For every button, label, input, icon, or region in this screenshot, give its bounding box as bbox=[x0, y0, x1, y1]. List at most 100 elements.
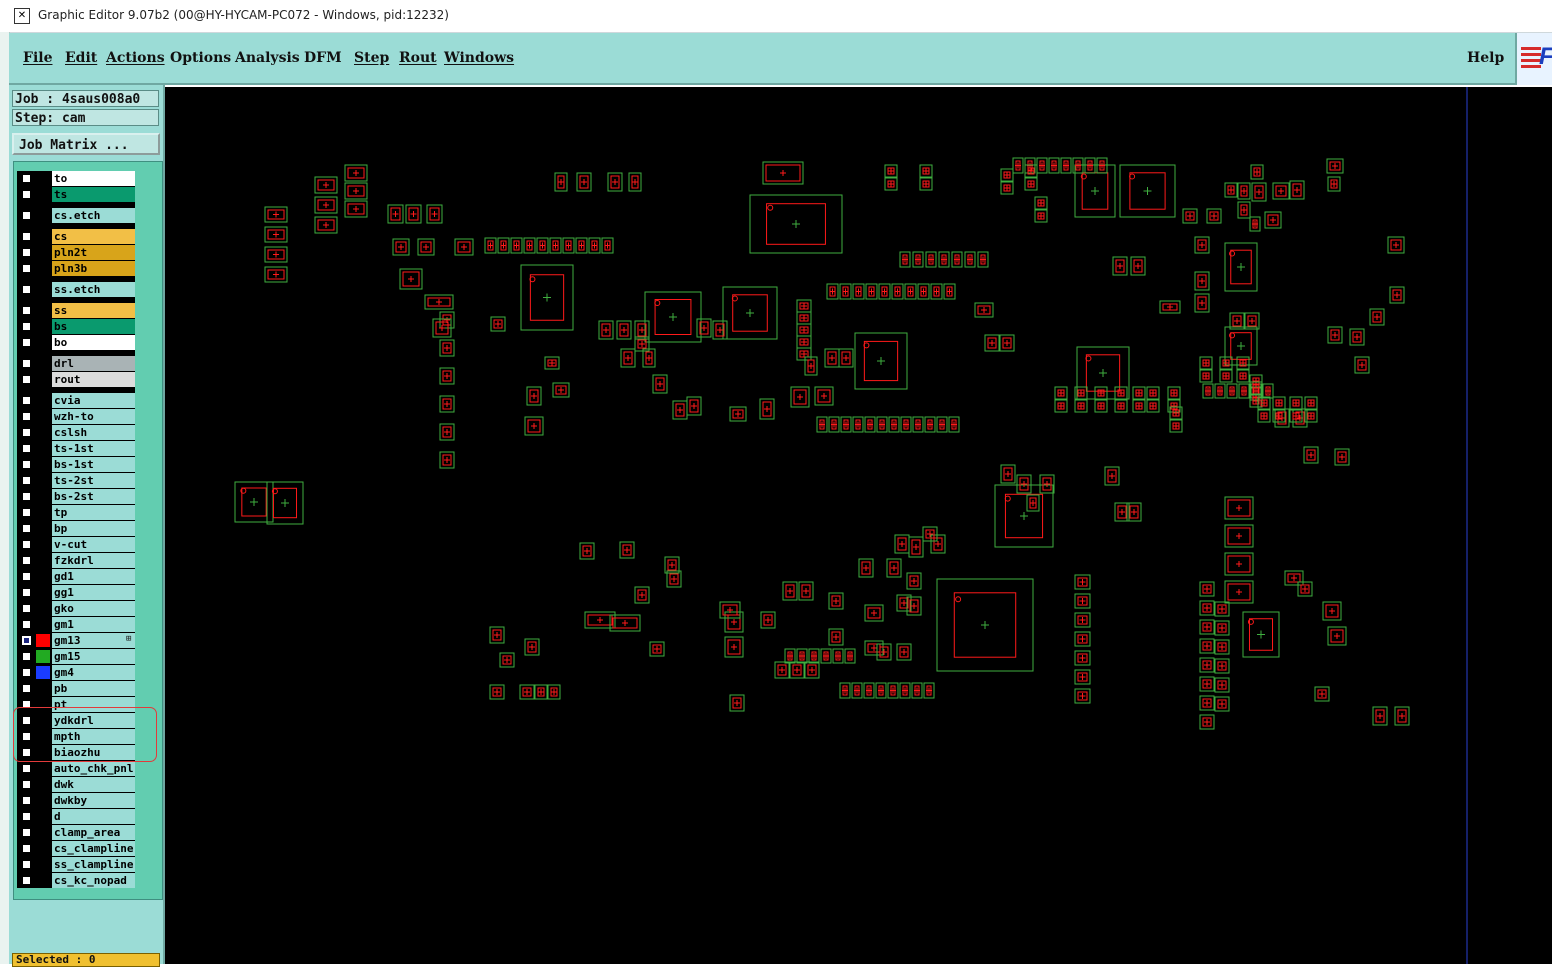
layer-checkbox[interactable] bbox=[22, 460, 31, 469]
layer-name[interactable]: gm1 bbox=[52, 617, 135, 632]
layer-name[interactable]: fzkdrl bbox=[52, 553, 135, 568]
layer-checkbox[interactable] bbox=[22, 588, 31, 597]
layer-name[interactable]: bo bbox=[52, 335, 135, 350]
layer-name[interactable]: cs bbox=[52, 229, 135, 244]
layer-row-bs-1st[interactable]: bs-1st bbox=[17, 457, 135, 472]
layer-row-gg1[interactable]: gg1 bbox=[17, 585, 135, 600]
layer-name[interactable]: cs_kc_nopad bbox=[52, 873, 135, 888]
board-view[interactable] bbox=[165, 87, 1552, 964]
layer-checkbox[interactable] bbox=[22, 375, 31, 384]
layer-name[interactable]: dwkby bbox=[52, 793, 135, 808]
layer-display-color[interactable] bbox=[36, 634, 50, 647]
layer-row-bs[interactable]: bs bbox=[17, 319, 135, 334]
layer-name[interactable]: bs-1st bbox=[52, 457, 135, 472]
layer-row-gm15[interactable]: gm15 bbox=[17, 649, 135, 664]
layer-checkbox[interactable] bbox=[22, 668, 31, 677]
job-matrix-button[interactable]: Job Matrix ... bbox=[12, 133, 160, 155]
layer-checkbox[interactable] bbox=[22, 190, 31, 199]
layer-row-gko[interactable]: gko bbox=[17, 601, 135, 616]
layer-row-d[interactable]: d bbox=[17, 809, 135, 824]
layer-row-wzh-to[interactable]: wzh-to bbox=[17, 409, 135, 424]
layer-row-ss-clampline[interactable]: ss_clampline bbox=[17, 857, 135, 872]
layer-name[interactable]: bs-2st bbox=[52, 489, 135, 504]
layer-row-dwk[interactable]: dwk bbox=[17, 777, 135, 792]
layer-checkbox[interactable] bbox=[22, 174, 31, 183]
layer-name[interactable]: ss_clampline bbox=[52, 857, 135, 872]
layer-row-cslsh[interactable]: cslsh bbox=[17, 425, 135, 440]
layer-checkbox[interactable] bbox=[22, 285, 31, 294]
layer-row-cs-kc-nopad[interactable]: cs_kc_nopad bbox=[17, 873, 135, 888]
layer-row-ts[interactable]: ts bbox=[17, 187, 135, 202]
layer-row-tp[interactable]: tp bbox=[17, 505, 135, 520]
layer-name[interactable]: rout bbox=[52, 372, 135, 387]
menu-edit[interactable]: Edit bbox=[65, 50, 97, 66]
layer-name[interactable]: v-cut bbox=[52, 537, 135, 552]
layer-checkbox[interactable] bbox=[22, 322, 31, 331]
layer-row-bo[interactable]: bo bbox=[17, 335, 135, 350]
layer-checkbox[interactable] bbox=[22, 828, 31, 837]
layer-row-bs-2st[interactable]: bs-2st bbox=[17, 489, 135, 504]
layer-name[interactable]: cvia bbox=[52, 393, 135, 408]
layer-row-to[interactable]: to bbox=[17, 171, 135, 186]
layer-name[interactable]: gg1 bbox=[52, 585, 135, 600]
layer-checkbox[interactable] bbox=[22, 860, 31, 869]
layer-checkbox[interactable] bbox=[22, 684, 31, 693]
graphic-canvas[interactable] bbox=[165, 87, 1552, 964]
layer-checkbox[interactable] bbox=[22, 492, 31, 501]
layer-name[interactable]: ss.etch bbox=[52, 282, 135, 297]
layer-name[interactable]: gm15 bbox=[52, 649, 135, 664]
layer-name[interactable]: pln2t bbox=[52, 245, 135, 260]
menu-rout[interactable]: Rout bbox=[399, 50, 437, 66]
layer-checkbox[interactable] bbox=[22, 572, 31, 581]
layer-row-gm13[interactable]: gm13 ⊞ bbox=[17, 633, 135, 648]
layer-name[interactable]: cs_clampline bbox=[52, 841, 135, 856]
layer-name[interactable]: drl bbox=[52, 356, 135, 371]
menu-dfm[interactable]: DFM bbox=[304, 50, 342, 66]
layer-row-clamp-area[interactable]: clamp_area bbox=[17, 825, 135, 840]
layer-checkbox[interactable] bbox=[22, 476, 31, 485]
layer-name[interactable]: ts-1st bbox=[52, 441, 135, 456]
layer-name[interactable]: wzh-to bbox=[52, 409, 135, 424]
layer-checkbox[interactable] bbox=[22, 211, 31, 220]
layer-checkbox[interactable] bbox=[22, 604, 31, 613]
layer-checkbox[interactable] bbox=[22, 306, 31, 315]
layer-row-pb[interactable]: pb bbox=[17, 681, 135, 696]
layer-name[interactable]: gm4 bbox=[52, 665, 135, 680]
layer-checkbox[interactable] bbox=[22, 652, 31, 661]
layer-name[interactable]: pb bbox=[52, 681, 135, 696]
layer-row-drl[interactable]: drl bbox=[17, 356, 135, 371]
layer-row-ss-etch[interactable]: ss.etch bbox=[17, 282, 135, 297]
layer-row-dwkby[interactable]: dwkby bbox=[17, 793, 135, 808]
layer-name[interactable]: bs bbox=[52, 319, 135, 334]
menu-file[interactable]: File bbox=[23, 50, 52, 66]
layer-checkbox[interactable] bbox=[22, 796, 31, 805]
layer-name[interactable]: cslsh bbox=[52, 425, 135, 440]
layer-name[interactable]: gko bbox=[52, 601, 135, 616]
layer-row-ts-1st[interactable]: ts-1st bbox=[17, 441, 135, 456]
layer-checkbox[interactable] bbox=[22, 524, 31, 533]
menu-actions[interactable]: Actions bbox=[106, 50, 165, 66]
layer-row-cs-etch[interactable]: cs.etch bbox=[17, 208, 135, 223]
layer-name[interactable]: auto_chk_pnl bbox=[52, 761, 135, 776]
layer-checkbox[interactable] bbox=[22, 508, 31, 517]
layer-display-color[interactable] bbox=[36, 666, 50, 679]
layer-row-v-cut[interactable]: v-cut bbox=[17, 537, 135, 552]
layer-checkbox[interactable] bbox=[22, 620, 31, 629]
layer-name[interactable]: ts-2st bbox=[52, 473, 135, 488]
layer-row-cvia[interactable]: cvia bbox=[17, 393, 135, 408]
layer-name[interactable]: ts bbox=[52, 187, 135, 202]
menu-options[interactable]: Options bbox=[170, 50, 231, 66]
layer-name[interactable]: clamp_area bbox=[52, 825, 135, 840]
layer-checkbox[interactable] bbox=[22, 264, 31, 273]
layer-name[interactable]: pln3b bbox=[52, 261, 135, 276]
layer-name[interactable]: to bbox=[52, 171, 135, 186]
layer-row-pln2t[interactable]: pln2t bbox=[17, 245, 135, 260]
layer-checkbox[interactable] bbox=[22, 844, 31, 853]
layer-name[interactable]: tp bbox=[52, 505, 135, 520]
layer-checkbox[interactable] bbox=[22, 540, 31, 549]
layer-name[interactable]: gm13 bbox=[52, 633, 135, 648]
layer-name[interactable]: gd1 bbox=[52, 569, 135, 584]
layer-row-fzkdrl[interactable]: fzkdrl bbox=[17, 553, 135, 568]
layer-checkbox[interactable] bbox=[22, 428, 31, 437]
layer-row-gd1[interactable]: gd1 bbox=[17, 569, 135, 584]
